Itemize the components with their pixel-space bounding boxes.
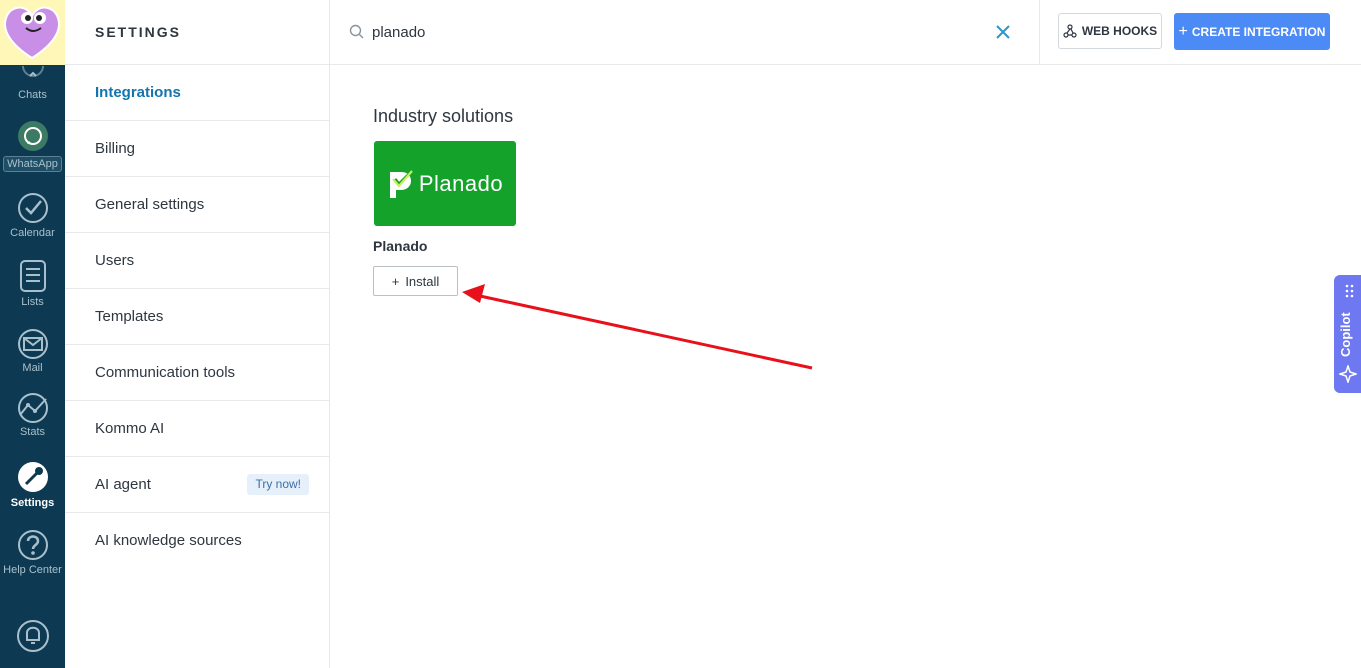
nav-item-mail[interactable]: Mail xyxy=(0,329,65,374)
nav-label: Settings xyxy=(10,497,55,509)
search-icon xyxy=(349,24,364,39)
web-hooks-label: WEB HOOKS xyxy=(1081,24,1158,38)
top-bar: WEB HOOKS + CREATE INTEGRATION xyxy=(330,0,1361,65)
nav-label: Calendar xyxy=(10,227,55,239)
copilot-label: Copilot xyxy=(1338,312,1353,357)
nav-item-whatsapp[interactable]: WhatsApp xyxy=(0,120,65,172)
chats-icon xyxy=(21,66,44,77)
nav-item-stats[interactable]: Stats xyxy=(0,393,65,438)
help-icon xyxy=(17,530,48,560)
create-integration-label: CREATE INTEGRATION xyxy=(1191,24,1326,39)
nav-item-calendar[interactable]: Calendar xyxy=(0,192,65,239)
sidebar-header: SETTINGS xyxy=(65,0,329,65)
whatsapp-badge: WhatsApp xyxy=(3,156,62,172)
search-input[interactable] xyxy=(372,20,972,44)
planado-logo-icon xyxy=(389,169,413,198)
try-now-badge[interactable]: Try now! xyxy=(247,474,309,495)
whatsapp-icon xyxy=(17,121,48,151)
drag-handle-icon xyxy=(1345,284,1354,298)
sidebar-item-ai-agent[interactable]: AI agent Try now! xyxy=(65,457,329,513)
plus-icon: + xyxy=(1178,22,1188,40)
sidebar-title: SETTINGS xyxy=(95,24,182,40)
settings-menu: Integrations Billing General settings Us… xyxy=(65,65,329,568)
settings-sidebar: SETTINGS Integrations Billing General se… xyxy=(65,0,330,668)
webhooks-icon xyxy=(1063,24,1077,38)
left-navigation: Chats WhatsApp Calendar Lists Mail Stats… xyxy=(0,0,65,668)
sidebar-item-kommo-ai[interactable]: Kommo AI xyxy=(65,401,329,457)
nav-item-lists[interactable]: Lists xyxy=(0,259,65,308)
sparkle-icon xyxy=(1339,365,1357,383)
nav-label: Help Center xyxy=(3,564,62,576)
mail-icon xyxy=(17,329,48,359)
nav-label: Lists xyxy=(21,296,44,308)
integration-name: Planado xyxy=(373,238,428,254)
plus-icon: + xyxy=(391,273,400,289)
nav-label: Mail xyxy=(22,362,43,374)
bell-icon xyxy=(16,620,49,652)
nav-item-help-center[interactable]: Help Center xyxy=(0,529,65,576)
nav-label: Stats xyxy=(19,426,46,438)
web-hooks-button[interactable]: WEB HOOKS xyxy=(1058,13,1162,49)
planado-brand-text: Planado xyxy=(418,170,504,196)
create-integration-button[interactable]: + CREATE INTEGRATION xyxy=(1174,13,1330,50)
nav-label: Chats xyxy=(18,89,47,101)
close-icon[interactable] xyxy=(995,24,1011,40)
sidebar-item-integrations[interactable]: Integrations xyxy=(65,65,329,121)
divider xyxy=(1039,0,1040,64)
install-label: Install xyxy=(405,273,440,289)
sidebar-item-templates[interactable]: Templates xyxy=(65,289,329,345)
sidebar-item-communication-tools[interactable]: Communication tools xyxy=(65,345,329,401)
sidebar-item-users[interactable]: Users xyxy=(65,233,329,289)
sidebar-item-label: AI agent xyxy=(95,476,151,493)
copilot-tab[interactable]: Copilot xyxy=(1334,275,1361,393)
account-avatar-logo[interactable] xyxy=(0,0,65,65)
calendar-icon xyxy=(17,193,48,223)
section-title: Industry solutions xyxy=(373,106,514,126)
notifications-bell[interactable] xyxy=(0,618,65,654)
sidebar-item-ai-knowledge-sources[interactable]: AI knowledge sources xyxy=(65,513,329,568)
sidebar-item-billing[interactable]: Billing xyxy=(65,121,329,177)
settings-icon xyxy=(17,462,48,492)
nav-item-chats[interactable]: Chats xyxy=(0,66,65,101)
nav-item-settings[interactable]: Settings xyxy=(0,460,65,509)
lists-icon xyxy=(19,260,46,292)
stats-icon xyxy=(17,393,48,423)
planado-integration-tile[interactable]: Planado xyxy=(374,141,516,226)
sidebar-item-general-settings[interactable]: General settings xyxy=(65,177,329,233)
install-button[interactable]: + Install xyxy=(373,266,458,296)
